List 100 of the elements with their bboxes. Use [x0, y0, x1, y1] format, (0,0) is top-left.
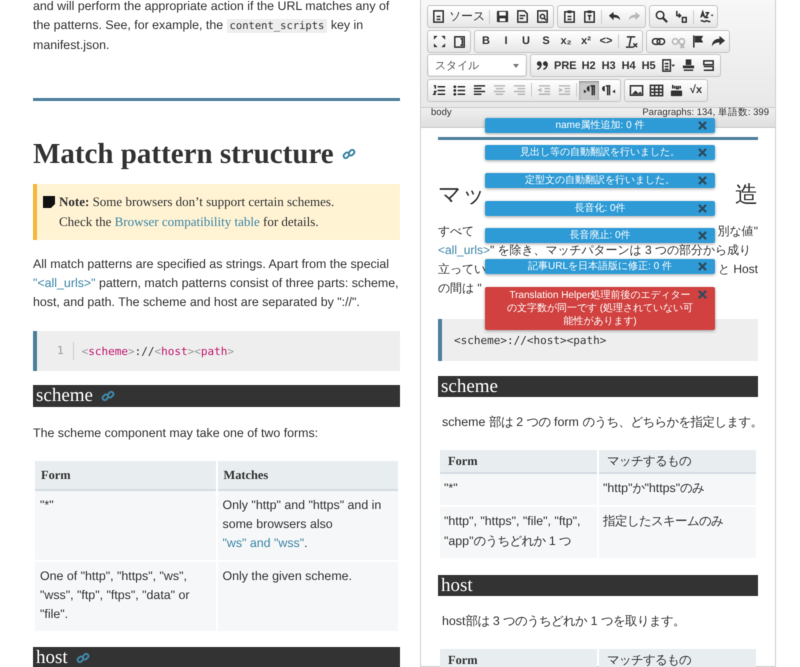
- rtl-icon: [602, 82, 616, 98]
- layout-icon: [701, 58, 716, 73]
- caret-icon: [513, 64, 519, 68]
- section-heading: host: [441, 575, 473, 596]
- column-header: Form: [440, 450, 597, 474]
- paragraph: and will perform the appropriate action if the URL matches any of the patterns. See, for example, the content_scripts key in manifest.json.: [33, 0, 390, 54]
- close-icon[interactable]: [698, 204, 707, 213]
- spellcheck-icon: [698, 9, 714, 24]
- image-icon: [628, 82, 644, 98]
- format-button[interactable]: H5: [638, 56, 659, 75]
- source-button[interactable]: ソース: [429, 7, 487, 26]
- notification-text: 長音廃止: 0件: [569, 229, 631, 242]
- table-cell: "http", "https", "file", "ftp", "app"のうちどれか 1 つ: [440, 507, 597, 560]
- align-center-icon: [492, 82, 506, 98]
- note-icon: [43, 196, 55, 208]
- link-icon[interactable]: [76, 651, 90, 665]
- paragraph: host部は 3 つのうちどれか 1 つを取ります。: [442, 613, 686, 630]
- clear-format-icon: [624, 34, 638, 48]
- table-cell: 指定したスキームのみ: [599, 507, 756, 560]
- code-line: <scheme>://<host><path>: [454, 334, 606, 346]
- link-icon[interactable]: [100, 389, 115, 403]
- replace-icon: [674, 9, 688, 24]
- format-button[interactable]: x₂: [556, 32, 576, 50]
- notification-text: 記事URLを日本語版に修正: 0 件: [528, 260, 672, 273]
- text-line: と Host: [718, 261, 758, 278]
- link[interactable]: "<all_urls>": [33, 276, 96, 290]
- clipboard-text-icon: [582, 9, 596, 24]
- format-button[interactable]: H2: [578, 56, 599, 75]
- code-line: <scheme>://<host><path>: [80, 344, 234, 358]
- format-button[interactable]: H4: [618, 56, 639, 75]
- heading: Match pattern structure: [33, 137, 334, 171]
- align-left-icon: [472, 82, 486, 98]
- notification-text: Translation Helper処理前後のエディターの文字数が同一です (処理されていない可能性があります): [506, 289, 694, 328]
- paragraph: scheme 部は 2 つの form のうち、どちらかを指定します。: [442, 414, 758, 431]
- close-icon[interactable]: [698, 262, 707, 271]
- link[interactable]: <all_urls>: [438, 243, 490, 257]
- outdent-icon: [536, 82, 552, 98]
- ltr-icon: [582, 82, 596, 98]
- format-button[interactable]: x²: [576, 32, 596, 50]
- format-button[interactable]: S: [536, 32, 556, 50]
- table-cell: "*": [35, 491, 216, 562]
- stamp-icon: [681, 58, 696, 73]
- format-button[interactable]: I: [496, 32, 516, 50]
- format-button[interactable]: U: [516, 32, 536, 50]
- paragraph: The scheme component may take one of two forms:: [33, 425, 320, 442]
- text-line: すべて: [438, 223, 474, 240]
- column-header: Matches: [218, 461, 398, 491]
- note-text: Note: Some browsers don’t support certain schemes.: [59, 193, 334, 211]
- format-button[interactable]: H3: [598, 56, 619, 75]
- close-icon[interactable]: [698, 176, 707, 185]
- column-header: マッチするもの: [599, 649, 756, 667]
- search-icon: [654, 9, 668, 24]
- column-header: マッチするもの: [599, 450, 756, 474]
- heading: 造: [735, 181, 758, 209]
- flag-icon: [690, 34, 706, 48]
- close-icon[interactable]: [698, 148, 707, 157]
- template-icon: [661, 58, 676, 73]
- save-icon: [494, 9, 510, 24]
- close-icon[interactable]: [698, 121, 707, 130]
- table-cell: One of "http", "https", "ws", "wss", "ftp", "ftps", "data" or "file".: [35, 562, 216, 633]
- paragraph-line: <all_urls>" を除き、マッチパターンは 3 つの部分から成り: [438, 242, 751, 259]
- notification-text: 見出し等の自動翻訳を行いました。: [520, 146, 680, 159]
- numbered-list-icon: [432, 82, 446, 98]
- section-heading: host: [36, 647, 68, 667]
- link[interactable]: Browser compatibility table: [114, 214, 260, 229]
- indent-icon: [556, 82, 572, 98]
- notification-text: name属性追加: 0 件: [556, 119, 644, 132]
- format-button[interactable]: B: [476, 32, 496, 50]
- section-heading: scheme: [441, 376, 498, 397]
- column-header: Form: [440, 649, 597, 667]
- close-icon[interactable]: [698, 231, 707, 240]
- paragraph: All match patterns are specified as strings. Apart from the special "<all_urls>" pattern, match patterns consist of three parts: scheme, host, and path. The scheme and host are separated by "://".: [33, 256, 400, 311]
- section-heading: scheme: [36, 385, 93, 407]
- align-right-icon: [512, 82, 526, 98]
- element-path[interactable]: body: [431, 108, 452, 118]
- table-cell: Only the given scheme.: [218, 562, 398, 633]
- bullet-list-icon: [452, 82, 466, 98]
- notification-text: 定型文の自動翻訳を行いました。: [525, 174, 675, 187]
- document-icon: [431, 9, 446, 24]
- preview-icon: [534, 9, 550, 24]
- note-text: Check the Browser compatibility table for details.: [59, 213, 320, 231]
- table-icon: [648, 82, 664, 98]
- style-dropdown[interactable]: スタイル: [429, 56, 525, 75]
- text-line: の間は ": [438, 280, 482, 297]
- link[interactable]: "ws" and "wss": [222, 536, 304, 550]
- format-button[interactable]: √x: [686, 80, 706, 100]
- format-button[interactable]: <>: [596, 32, 616, 50]
- share-icon: [710, 34, 726, 48]
- table-cell: "*": [440, 474, 597, 507]
- clipboard-icon: [562, 9, 576, 24]
- format-button[interactable]: PRE: [552, 56, 579, 75]
- heading: マッ: [438, 181, 486, 209]
- maximize-icon: [432, 34, 446, 48]
- text-line: 別な値": [718, 223, 758, 240]
- link-icon[interactable]: [342, 147, 356, 161]
- word-count: Paragraphs: 134, 単語数: 399: [642, 108, 769, 118]
- text-line: 立ってい: [438, 261, 486, 278]
- table-cell: "http"か"https"のみ: [599, 474, 756, 507]
- table-cell: Only "http" and "https" and in some browsers also "ws" and "wss".: [218, 491, 398, 562]
- ltr-button[interactable]: [579, 80, 599, 100]
